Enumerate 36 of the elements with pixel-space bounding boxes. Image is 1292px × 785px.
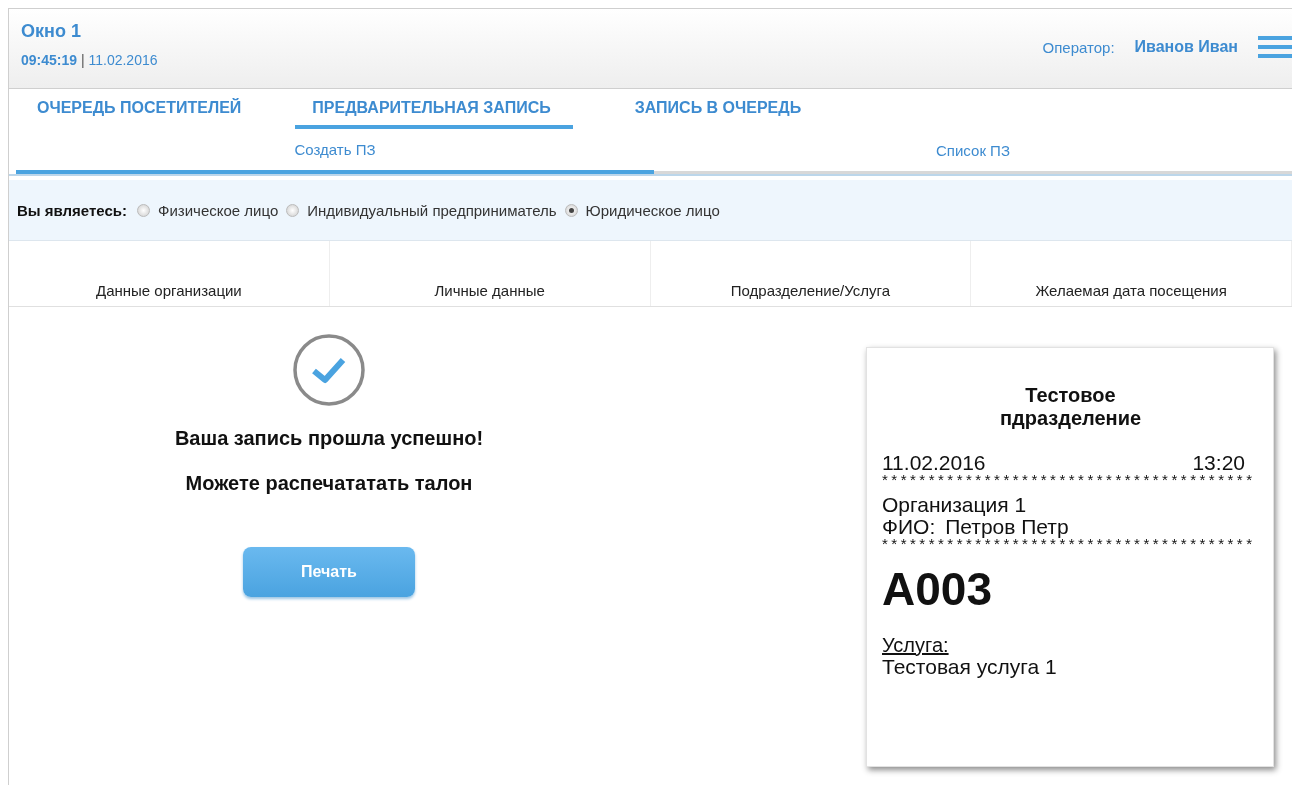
ticket-time: 13:20	[1192, 452, 1245, 474]
ticket-date: 11.02.2016	[882, 452, 986, 474]
nav-tab[interactable]: ОЧЕРЕДЬ ПОСЕТИТЕЛЕЙ	[37, 99, 242, 129]
radio-button[interactable]	[564, 203, 578, 217]
radio-label[interactable]: Юридическое лицо	[585, 201, 720, 219]
window-title: Окно 1	[21, 21, 82, 42]
clock-text: 09:45:19 | 11.02.2016	[21, 52, 158, 68]
success-message: Ваша запись прошла успешно!	[174, 427, 484, 450]
step-label: Данные организации	[96, 282, 242, 299]
menu-icon[interactable]	[1258, 36, 1292, 58]
print-button[interactable]: Печать	[243, 547, 415, 597]
service-name: Тестовая услуга 1	[882, 656, 1058, 678]
print-hint: Можете распечататать талон	[185, 472, 473, 495]
department-name: Тестовое пдразделение	[998, 384, 1143, 430]
operator-label: Оператор:	[1042, 38, 1115, 56]
nav-tab[interactable]: ПРЕДВАРИТЕЛЬНАЯ ЗАПИСЬ	[295, 99, 573, 129]
operator-name: Иванов Иван	[1134, 38, 1238, 56]
name-label: ФИО:	[882, 516, 936, 538]
nav-tab[interactable]: ЗАПИСЬ В ОЧЕРЕДЬ	[634, 99, 802, 129]
sub-tab[interactable]: Создать ПЗ	[16, 129, 654, 174]
step-label: Подразделение/Услуга	[730, 282, 890, 299]
client-name: Петров Петр	[945, 516, 1069, 538]
step-label: Личные данные	[434, 282, 545, 299]
organization-name: Организация 1	[882, 494, 1028, 516]
client-type-label: Вы являетесь:	[17, 201, 128, 219]
ticket-number: A003	[882, 566, 993, 612]
service-label: Услуга:	[882, 634, 950, 656]
step-label: Желаемая дата посещения	[1035, 282, 1227, 299]
radio-label[interactable]: Физическое лицо	[158, 201, 279, 219]
radio-label[interactable]: Индивидуальный предприниматель	[307, 201, 557, 219]
sub-tab[interactable]: Список ПЗ	[654, 129, 1292, 174]
separator-line: ****************************************	[882, 538, 1257, 550]
radio-button[interactable]	[137, 203, 151, 217]
check-circle-icon	[292, 333, 366, 407]
separator-line: ****************************************	[882, 474, 1257, 486]
radio-button[interactable]	[286, 203, 300, 217]
